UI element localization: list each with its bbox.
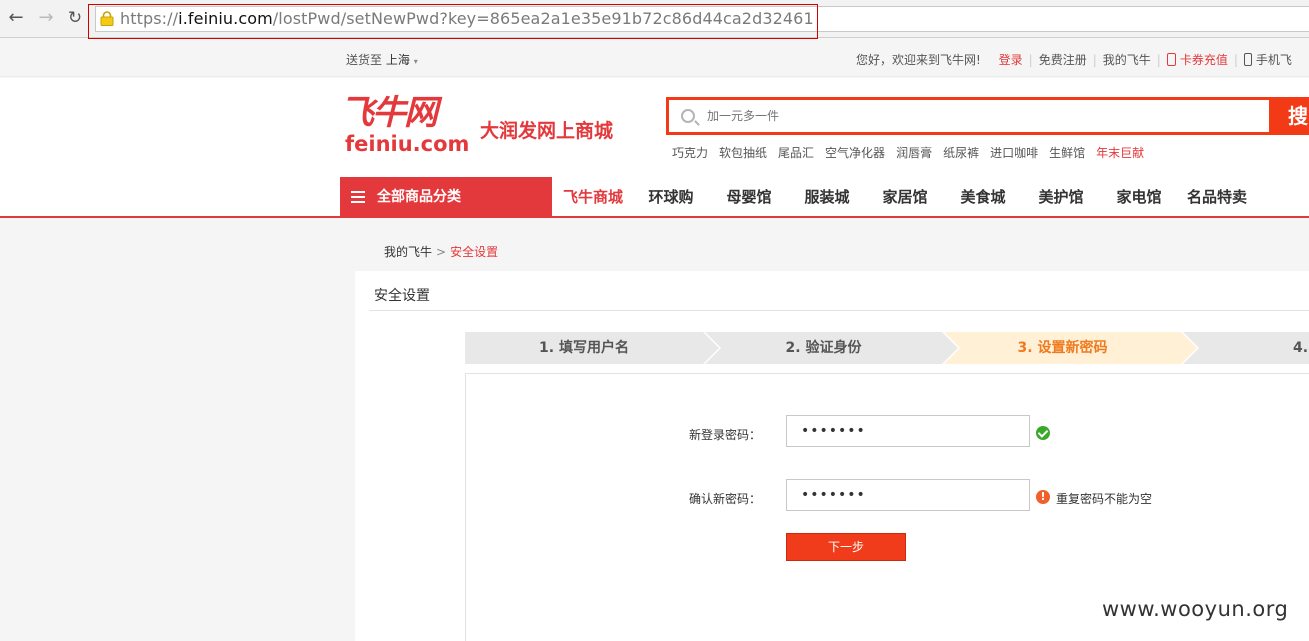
divider: | [1028, 53, 1033, 67]
hot-keywords: 巧克力 软包抽纸 尾品汇 空气净化器 润唇膏 纸尿裤 进口咖啡 生鲜馆 年末巨献 [672, 144, 1155, 161]
my-feiniu-link[interactable]: 我的飞牛 [1103, 51, 1151, 68]
hotword-link[interactable]: 生鲜馆 [1049, 146, 1085, 160]
hotword-promo-link[interactable]: 年末巨献 [1096, 146, 1144, 160]
logo-slogan: 大润发网上商城 [480, 120, 614, 142]
all-categories-label: 全部商品分类 [377, 189, 461, 205]
search-icon [681, 109, 695, 123]
new-password-label: 新登录密码： [688, 428, 761, 442]
hotword-link[interactable]: 软包抽纸 [719, 146, 767, 160]
logo[interactable]: 飞牛网 [340, 94, 438, 132]
step-label: 4. 完 [1293, 340, 1309, 356]
divider: | [1092, 53, 1097, 67]
breadcrumb-current[interactable]: 安全设置 [450, 245, 498, 259]
register-link[interactable]: 免费注册 [1039, 51, 1087, 68]
nav-item-beauty[interactable]: 美护馆 [1022, 177, 1100, 217]
step-arrow [942, 332, 958, 364]
nav-items: 飞牛商城 环球购 母婴馆 服装城 家居馆 美食城 美护馆 家电馆 名品特卖 [554, 177, 1256, 217]
security-panel: 安全设置 1. 填写用户名 2. 验证身份 3. 设置新密码 4. 完 新登录密… [355, 271, 1309, 641]
card-icon [1166, 53, 1176, 66]
chevron-down-icon: ▾ [413, 57, 418, 66]
panel-title: 安全设置 [374, 288, 430, 304]
hotword-link[interactable]: 润唇膏 [896, 146, 932, 160]
nav-item-global[interactable]: 环球购 [632, 177, 710, 217]
confirm-password-field[interactable]: ••••••• [786, 479, 1030, 511]
list-icon [351, 191, 365, 203]
step-2: 2. 验证身份 [705, 332, 958, 364]
ship-to-selector[interactable]: 送货至 上海 ▾ [346, 51, 418, 68]
main-nav: 全部商品分类 飞牛商城 环球购 母婴馆 服装城 家居馆 美食城 美护馆 家电馆 名品特卖 [0, 177, 1309, 218]
step-1: 1. 填写用户名 [465, 332, 719, 364]
hotword-link[interactable]: 纸尿裤 [943, 146, 979, 160]
check-icon [1036, 426, 1050, 440]
url-highlight-box [88, 4, 818, 39]
watermark-text: www.wooyun.org [1102, 597, 1289, 621]
new-password-field[interactable]: ••••••• [786, 415, 1030, 447]
ship-to-label: 送货至 [346, 53, 383, 67]
nav-item-brands[interactable]: 名品特卖 [1178, 177, 1256, 217]
divider: | [1156, 53, 1161, 67]
hotword-link[interactable]: 空气净化器 [825, 146, 885, 160]
logo-domain: feiniu.com [345, 132, 470, 156]
search-input[interactable] [707, 106, 1247, 126]
phone-icon [1243, 53, 1252, 66]
back-arrow-icon[interactable]: ← [6, 8, 26, 28]
nav-item-clothing[interactable]: 服装城 [788, 177, 866, 217]
confirm-password-label: 确认新密码： [688, 492, 761, 506]
nav-item-baby[interactable]: 母婴馆 [710, 177, 788, 217]
hotword-link[interactable]: 进口咖啡 [990, 146, 1038, 160]
breadcrumb-root[interactable]: 我的飞牛 [384, 245, 432, 259]
step-label: 2. 验证身份 [785, 340, 862, 356]
login-link[interactable]: 登录 [999, 51, 1023, 68]
card-recharge-link[interactable]: 卡券充值 [1180, 51, 1228, 68]
error-message: 重复密码不能为空 [1056, 492, 1153, 506]
nav-item-home[interactable]: 家居馆 [866, 177, 944, 217]
nav-item-food[interactable]: 美食城 [944, 177, 1022, 217]
hotword-link[interactable]: 巧克力 [672, 146, 708, 160]
search-button[interactable]: 搜 [1272, 97, 1309, 135]
site-header: 飞牛网 feiniu.com 大润发网上商城 搜 巧克力软包抽纸尾品汇空气净化器… [0, 78, 1309, 218]
nav-item-appliances[interactable]: 家电馆 [1100, 177, 1178, 217]
step-3-active: 3. 设置新密码 [944, 332, 1197, 364]
step-label: 1. 填写用户名 [539, 340, 629, 356]
breadcrumb: 我的飞牛 > 安全设置 [384, 243, 498, 260]
site-topbar: 送货至 上海 ▾ 您好，欢迎来到飞牛网! 登录 | 免费注册 | 我的飞牛 | 卡券充值 | 手… [0, 39, 1309, 77]
step-indicator: 1. 填写用户名 2. 验证身份 3. 设置新密码 4. 完 [465, 332, 1309, 364]
step-4: 4. 完 [1183, 332, 1309, 364]
next-step-button[interactable]: 下一步 [786, 533, 906, 561]
forward-arrow-icon[interactable]: → [36, 8, 56, 28]
mobile-link[interactable]: 手机飞 [1256, 51, 1292, 68]
all-categories-button[interactable]: 全部商品分类 [340, 177, 552, 217]
error-icon: ! [1036, 490, 1050, 504]
divider: | [1233, 53, 1238, 67]
browser-toolbar: ← → ↻ https://i.feiniu.com/lostPwd/setNe… [0, 0, 1309, 39]
breadcrumb-separator: > [436, 245, 447, 259]
nav-item-mall[interactable]: 飞牛商城 [554, 177, 632, 217]
step-arrow [703, 332, 719, 364]
ship-to-city: 上海 [385, 53, 410, 67]
step-arrow [1181, 332, 1197, 364]
step-label: 3. 设置新密码 [1017, 340, 1108, 356]
top-links: 您好，欢迎来到飞牛网! 登录 | 免费注册 | 我的飞牛 | 卡券充值 | 手机飞 [856, 51, 1292, 68]
greeting-text: 您好，欢迎来到飞牛网! [856, 53, 981, 67]
reload-icon[interactable]: ↻ [65, 8, 85, 28]
search-box [666, 97, 1272, 135]
divider [369, 310, 1309, 311]
hotword-link[interactable]: 尾品汇 [778, 146, 814, 160]
